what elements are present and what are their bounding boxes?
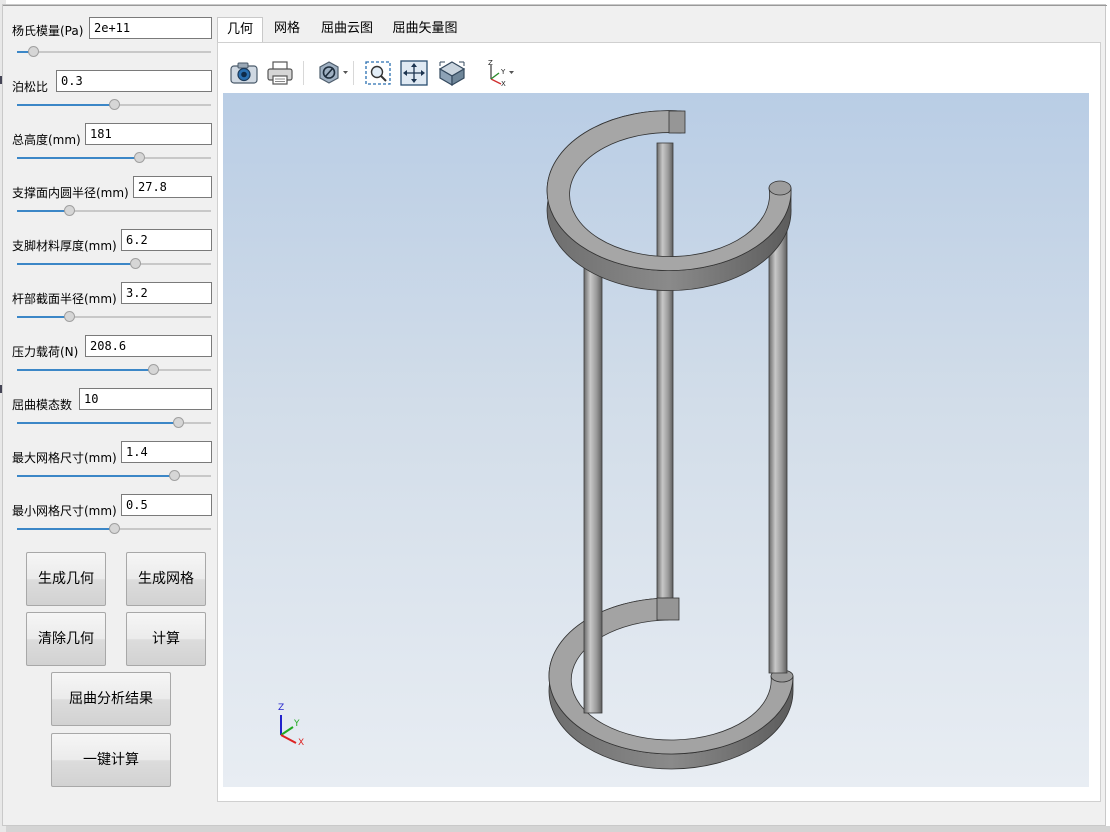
tab-buckling-contour[interactable]: 屈曲云图 (315, 17, 379, 41)
min-mesh-size-slider[interactable] (17, 523, 211, 535)
svg-text:Y: Y (500, 68, 506, 76)
param-label: 总高度(mm) (12, 133, 81, 147)
buckling-modes-field[interactable] (79, 388, 212, 410)
app-window: 杨氏模量(Pa) 泊松比 总高度(mm) 支撑面内圆半径(mm) 支脚材料厚度(… (2, 4, 1107, 826)
viewer-toolbar: Z Y X (223, 53, 1089, 93)
max-mesh-size-slider[interactable] (17, 470, 211, 482)
max-mesh-size-field[interactable] (121, 441, 212, 463)
zoom-box-icon[interactable] (363, 59, 393, 87)
buckling-modes-slider[interactable] (17, 417, 211, 429)
tab-mesh[interactable]: 网格 (265, 17, 309, 41)
pressure-load-slider[interactable] (17, 364, 211, 376)
rod-left (583, 250, 603, 714)
camera-icon[interactable] (229, 59, 259, 87)
fit-all-icon[interactable] (399, 59, 429, 87)
svg-text:Z: Z (488, 59, 493, 67)
render-style-icon[interactable] (315, 59, 351, 87)
compute-button[interactable]: 计算 (126, 612, 206, 666)
rod-radius-field[interactable] (121, 282, 212, 304)
total-height-slider[interactable] (17, 152, 211, 164)
axis-triad: Z Y X (273, 703, 313, 749)
clear-geometry-button[interactable]: 清除几何 (26, 612, 106, 666)
leg-thickness-field[interactable] (121, 229, 212, 251)
youngs-modulus-slider[interactable] (17, 46, 211, 58)
min-mesh-size-field[interactable] (121, 494, 212, 516)
param-label: 杨氏模量(Pa) (12, 24, 84, 38)
3d-viewport[interactable]: Z Y X (223, 93, 1089, 787)
toolbar-separator (353, 61, 354, 85)
tab-geometry[interactable]: 几何 (217, 17, 263, 42)
leg-thickness-slider[interactable] (17, 258, 211, 270)
rod-right (768, 212, 788, 674)
param-label: 杆部截面半径(mm) (12, 292, 117, 306)
axes-view-icon[interactable]: Z Y X (481, 59, 517, 88)
axis-z-label: Z (278, 703, 285, 713)
toolbar-separator (303, 61, 304, 85)
param-label: 最小网格尺寸(mm) (12, 504, 117, 518)
axis-y-label: Y (294, 719, 300, 729)
param-label: 最大网格尺寸(mm) (12, 451, 117, 465)
param-label: 压力载荷(N) (12, 345, 79, 359)
rod-radius-slider[interactable] (17, 311, 211, 323)
generate-mesh-button[interactable]: 生成网格 (126, 552, 206, 606)
param-label: 泊松比 (12, 80, 49, 94)
svg-text:X: X (501, 80, 506, 87)
generate-geometry-button[interactable]: 生成几何 (26, 552, 106, 606)
support-inner-radius-field[interactable] (133, 176, 212, 198)
one-click-compute-button[interactable]: 一键计算 (51, 733, 171, 787)
support-inner-radius-slider[interactable] (17, 205, 211, 217)
poisson-ratio-field[interactable] (56, 70, 212, 92)
printer-icon[interactable] (265, 59, 295, 87)
tab-buckling-vector[interactable]: 屈曲矢量图 (387, 17, 463, 41)
window-border (3, 5, 1107, 6)
rod-back (656, 142, 674, 614)
isometric-view-icon[interactable] (437, 59, 467, 87)
poisson-ratio-slider[interactable] (17, 99, 211, 111)
pressure-load-field[interactable] (85, 335, 212, 357)
model-render (546, 110, 794, 770)
buckling-results-button[interactable]: 屈曲分析结果 (51, 672, 171, 726)
desktop-background (0, 826, 1110, 832)
param-label: 支脚材料厚度(mm) (12, 239, 117, 253)
param-label: 屈曲模态数 (12, 398, 73, 412)
total-height-field[interactable] (85, 123, 212, 145)
youngs-modulus-field[interactable] (89, 17, 212, 39)
param-label: 支撑面内圆半径(mm) (12, 186, 129, 200)
axis-x-label: X (298, 738, 305, 748)
